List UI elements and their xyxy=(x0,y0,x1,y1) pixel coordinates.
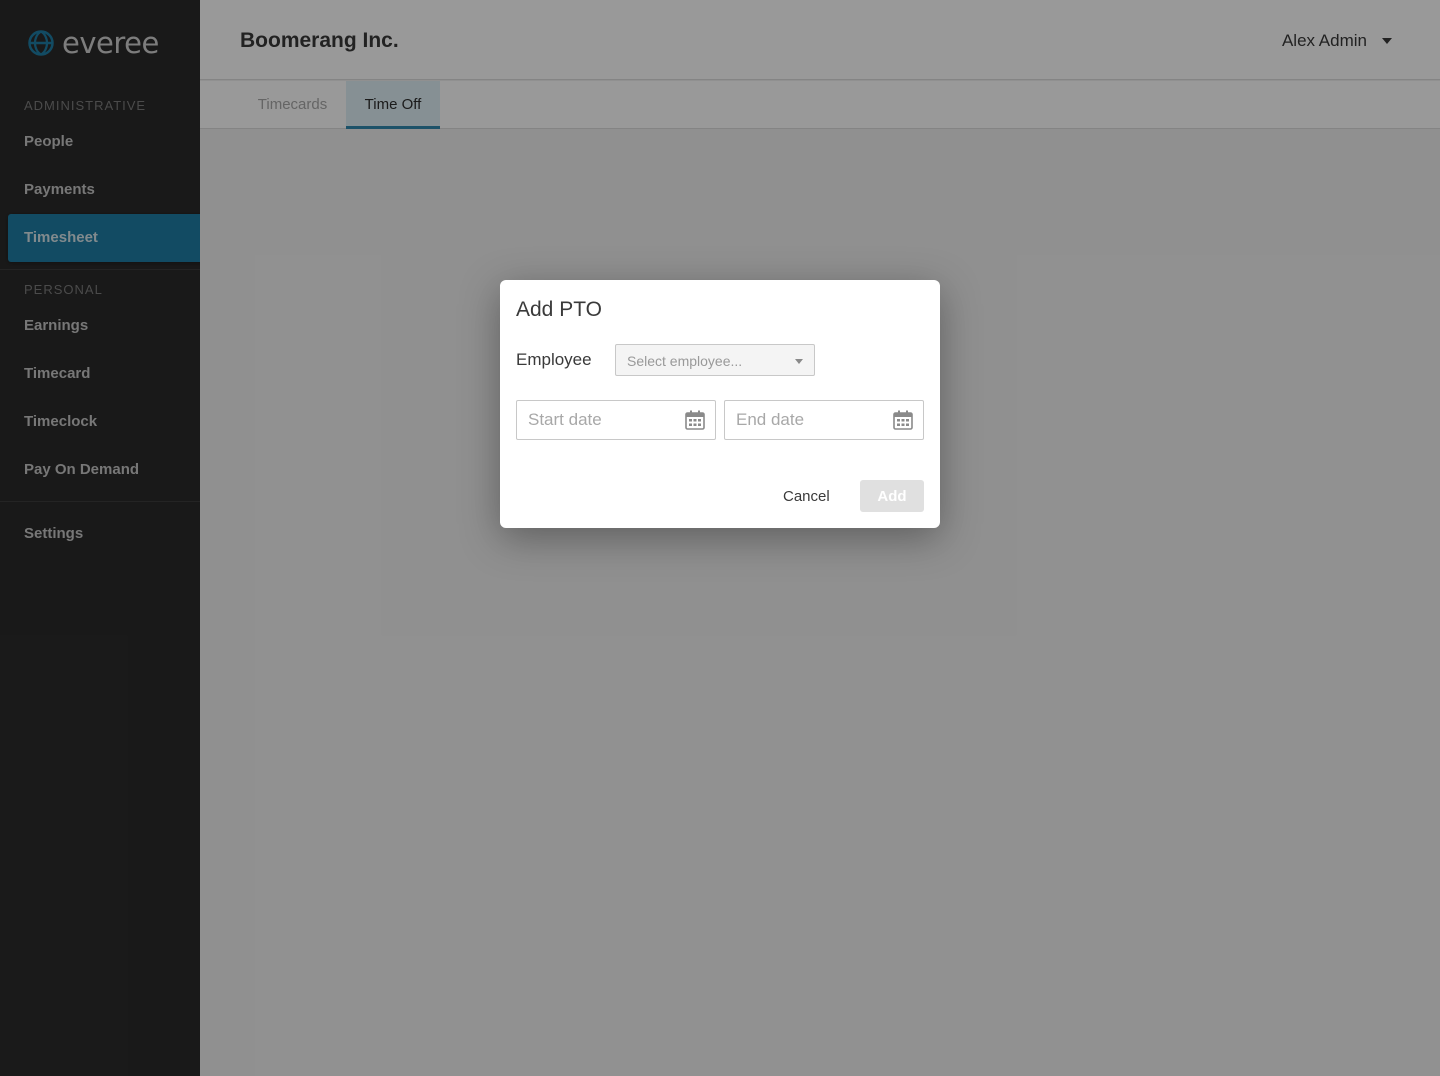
end-date-field xyxy=(724,400,924,440)
employee-label: Employee xyxy=(516,350,592,369)
chevron-down-icon xyxy=(795,359,803,364)
cancel-button[interactable]: Cancel xyxy=(783,488,830,505)
employee-select-placeholder: Select employee... xyxy=(627,353,743,369)
modal-backdrop[interactable] xyxy=(0,0,1440,1076)
employee-select[interactable]: Select employee... xyxy=(615,344,815,376)
modal-title: Add PTO xyxy=(516,298,602,321)
add-pto-modal: Add PTO Employee Select employee... Star… xyxy=(500,280,940,528)
start-date-field xyxy=(516,400,716,440)
start-date-input[interactable] xyxy=(517,401,677,439)
calendar-icon[interactable] xyxy=(685,410,705,430)
end-date-input[interactable] xyxy=(725,401,885,439)
calendar-icon[interactable] xyxy=(893,410,913,430)
add-button[interactable]: Add xyxy=(860,480,924,512)
